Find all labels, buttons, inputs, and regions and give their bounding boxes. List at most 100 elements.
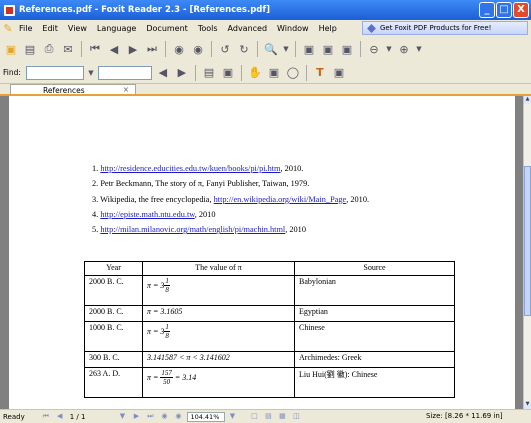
reference-item: 3. Wikipedia, the free encyclopedia, htt… bbox=[92, 194, 370, 204]
menu-file[interactable]: File bbox=[14, 24, 37, 33]
first-page-icon[interactable]: ⏮ bbox=[87, 41, 103, 57]
header-source: Source bbox=[294, 261, 455, 276]
find-dropdown-icon[interactable]: ▼ bbox=[87, 65, 95, 81]
separator bbox=[211, 41, 212, 57]
status-last-page-icon[interactable]: ⏭ bbox=[145, 412, 155, 421]
scroll-up-icon[interactable]: ▲ bbox=[524, 96, 531, 104]
value-cell: π = 3.1605 bbox=[142, 305, 295, 322]
menu-edit[interactable]: Edit bbox=[37, 24, 63, 33]
table-row: 2000 B. C. π = 318 Babylonian bbox=[84, 275, 455, 306]
continuous-facing-icon[interactable]: ◫ bbox=[291, 412, 301, 421]
previous-page-icon[interactable]: ◀ bbox=[106, 41, 122, 57]
scroll-thumb[interactable] bbox=[524, 166, 531, 316]
reference-link[interactable]: http://episte.math.ntu.edu.tw bbox=[100, 210, 194, 219]
text-select-icon[interactable]: T bbox=[312, 65, 328, 81]
year-cell: 1000 B. C. bbox=[84, 321, 143, 352]
fit-page-icon[interactable]: ▣ bbox=[320, 41, 336, 57]
vertical-scrollbar[interactable]: ▲ ▼ bbox=[523, 96, 531, 409]
status-page-dropdown-icon[interactable]: ▼ bbox=[117, 412, 127, 421]
title-bar: References.pdf - Foxit Reader 2.3 - [Ref… bbox=[0, 0, 531, 20]
year-cell: 300 B. C. bbox=[84, 351, 143, 368]
status-prev-page-icon[interactable]: ◀ bbox=[55, 412, 65, 421]
print-icon[interactable]: ⎙ bbox=[41, 41, 57, 57]
reference-link[interactable]: http://milan.milanovic.org/math/english/… bbox=[100, 225, 285, 234]
reference-link[interactable]: http://en.wikipedia.org/wiki/Main_Page bbox=[214, 195, 347, 204]
table-row: 300 B. C. 3.141587 < π < 3.141602 Archim… bbox=[84, 351, 455, 368]
find-input[interactable] bbox=[25, 65, 84, 80]
maximize-button[interactable]: □ bbox=[496, 2, 512, 18]
scroll-down-icon[interactable]: ▼ bbox=[524, 401, 531, 409]
single-page-icon[interactable]: □ bbox=[249, 412, 259, 421]
source-cell: Chinese bbox=[294, 321, 455, 352]
pi-history-table: Year The value of π Source 2000 B. C. π … bbox=[84, 261, 455, 398]
rotate-left-icon[interactable]: ↺ bbox=[217, 41, 233, 57]
separator bbox=[295, 41, 296, 57]
value-cell: 3.141587 < π < 3.141602 bbox=[142, 351, 295, 368]
menu-view[interactable]: View bbox=[63, 24, 92, 33]
value-cell: π = 318 bbox=[142, 321, 295, 352]
zoom-out-icon[interactable]: ⊖ bbox=[366, 41, 382, 57]
reference-item: 2. Petr Beckmann, The story of π, Fanyi … bbox=[92, 179, 310, 189]
value-cell: π = 157 50 = 3.14 bbox=[142, 367, 295, 398]
minimize-button[interactable]: _ bbox=[479, 2, 495, 18]
zoom-dropdown-icon[interactable]: ▼ bbox=[227, 412, 237, 421]
fit-width-icon[interactable]: ▣ bbox=[339, 41, 355, 57]
status-next-page-icon[interactable]: ▶ bbox=[131, 412, 141, 421]
zoom-field[interactable]: 104.41% bbox=[187, 411, 226, 422]
next-page-icon[interactable]: ▶ bbox=[125, 41, 141, 57]
menu-help[interactable]: Help bbox=[314, 24, 342, 33]
close-button[interactable]: X bbox=[513, 2, 529, 18]
last-page-icon[interactable]: ⏭ bbox=[144, 41, 160, 57]
menu-advanced[interactable]: Advanced bbox=[223, 24, 273, 33]
promo-icon bbox=[367, 23, 376, 33]
tab-close-icon[interactable]: × bbox=[123, 85, 129, 94]
email-icon[interactable]: ✉ bbox=[60, 41, 76, 57]
separator bbox=[165, 41, 166, 57]
reference-link[interactable]: http://residence.educities.edu.tw/kuen/b… bbox=[100, 164, 280, 173]
value-cell: π = 318 bbox=[142, 275, 295, 306]
save-icon[interactable]: ▤ bbox=[22, 41, 38, 57]
find-binoculars-icon[interactable]: ◯ bbox=[285, 65, 301, 81]
promo-banner[interactable]: Get Foxit PDF Products for Free! bbox=[362, 21, 528, 35]
menu-language[interactable]: Language bbox=[92, 24, 141, 33]
find-toolbar: Find: ▼ ◀ ▶ ▤ ▣ ✋ ▣ ◯ T ▣ bbox=[0, 62, 531, 84]
header-value: The value of π bbox=[142, 261, 295, 276]
table-header-row: Year The value of π Source bbox=[84, 261, 455, 276]
reference-list: 1. http://residence.educities.edu.tw/kue… bbox=[92, 161, 369, 237]
status-first-page-icon[interactable]: ⏮ bbox=[41, 412, 51, 421]
menu-document[interactable]: Document bbox=[141, 24, 192, 33]
menu-window[interactable]: Window bbox=[272, 24, 314, 33]
open-folder-icon[interactable]: ▣ bbox=[3, 41, 19, 57]
actual-size-icon[interactable]: ▣ bbox=[301, 41, 317, 57]
status-forward-icon[interactable]: ◉ bbox=[173, 412, 183, 421]
find-previous-icon[interactable]: ◀ bbox=[155, 65, 171, 81]
folder-icon: ✎ bbox=[3, 21, 13, 35]
foxit-app-icon bbox=[4, 4, 15, 16]
dropdown-arrow-icon[interactable]: ▼ bbox=[385, 41, 393, 57]
find-next-icon[interactable]: ▶ bbox=[174, 65, 190, 81]
snapshot-icon[interactable]: ▣ bbox=[266, 65, 282, 81]
separator bbox=[194, 64, 196, 81]
find-options-field[interactable] bbox=[97, 65, 152, 80]
source-cell: Archimedes: Greek bbox=[294, 351, 455, 368]
forward-icon[interactable]: ◉ bbox=[190, 41, 206, 57]
facing-page-icon[interactable]: ▦ bbox=[277, 412, 287, 421]
dropdown-arrow-icon[interactable]: ▼ bbox=[415, 41, 423, 57]
continuous-page-icon[interactable]: ▤ bbox=[263, 412, 273, 421]
status-back-icon[interactable]: ◉ bbox=[159, 412, 169, 421]
zoom-tool-icon[interactable]: 🔍 bbox=[263, 41, 279, 57]
zoom-in-icon[interactable]: ⊕ bbox=[396, 41, 412, 57]
image-select-icon[interactable]: ▣ bbox=[331, 65, 347, 81]
reference-item: 4. http://episte.math.ntu.edu.tw, 2010 bbox=[92, 209, 216, 219]
menu-tools[interactable]: Tools bbox=[193, 24, 223, 33]
page-panel-icon[interactable]: ▣ bbox=[220, 65, 236, 81]
page-indicator[interactable]: 1 / 1 bbox=[70, 413, 86, 421]
bookmark-panel-icon[interactable]: ▤ bbox=[201, 65, 217, 81]
hand-tool-icon[interactable]: ✋ bbox=[247, 65, 263, 81]
source-cell: Liu Hui(劉 徽): Chinese bbox=[294, 367, 455, 398]
dropdown-arrow-icon[interactable]: ▼ bbox=[282, 41, 290, 57]
find-label: Find: bbox=[3, 68, 21, 77]
header-year: Year bbox=[84, 261, 143, 276]
rotate-right-icon[interactable]: ↻ bbox=[236, 41, 252, 57]
back-icon[interactable]: ◉ bbox=[171, 41, 187, 57]
